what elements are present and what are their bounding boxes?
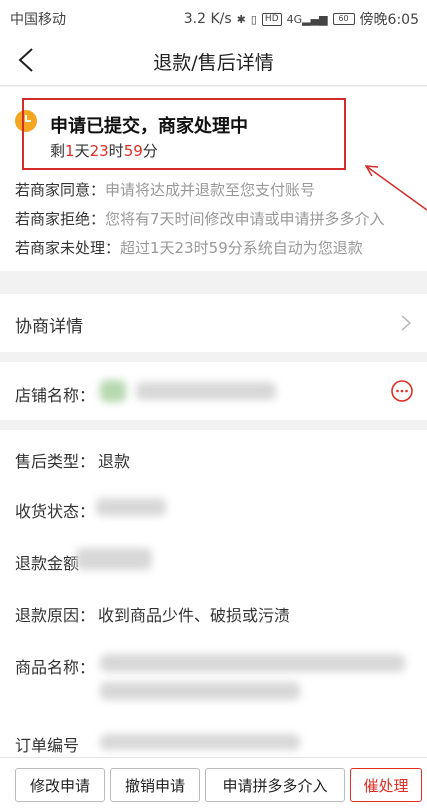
status-bar-right: 3.2 K/s ✱ ▯ HD 4G▂▄▆ 60 傍晚6:05	[184, 9, 419, 29]
store-name-label: 店铺名称：	[15, 386, 96, 405]
receipt-status-blurred	[96, 498, 166, 516]
battery-icon: 60	[332, 13, 355, 25]
clock-time: 傍晚6:05	[359, 12, 419, 28]
product-name-blurred-line1	[100, 654, 405, 672]
network-type: 4G	[286, 12, 303, 26]
product-name-label: 商品名称：	[15, 658, 96, 677]
rule-no-response: 若商家未处理：超过1天23时59分系统自动为您退款	[15, 237, 363, 258]
refund-amount-blurred	[76, 548, 152, 570]
store-logo	[100, 380, 126, 402]
chevron-right-icon	[401, 315, 412, 331]
chat-icon[interactable]	[390, 379, 414, 403]
status-bar: 中国移动 3.2 K/s ✱ ▯ HD 4G▂▄▆ 60 傍晚6:05	[0, 0, 427, 36]
receipt-status-label: 收货状态：	[15, 502, 96, 521]
store-row: 店铺名称：	[0, 362, 427, 420]
order-number-label: 订单编号	[15, 736, 80, 755]
rule-no-response-value: 超过1天23时59分系统自动为您退款	[120, 239, 363, 257]
rule-reject-value: 您将有7天时间修改申请或申请拼多多介入	[105, 210, 385, 228]
page-title: 退款/售后详情	[153, 52, 274, 74]
after-sale-type-label: 售后类型：	[15, 452, 96, 471]
network-speed: 3.2 K/s	[183, 11, 232, 27]
refund-details-section: 售后类型： 退款 收货状态： 退款金额 退款原因： 收到商品少件、破损或污渍 商…	[0, 430, 427, 757]
bottom-action-bar: 修改申请 撤销申请 申请拼多多介入 催处理	[0, 757, 427, 809]
rule-agree: 若商家同意：申请将达成并退款至您支付账号	[15, 179, 315, 200]
hd-icon: HD	[261, 12, 282, 26]
refund-reason-value: 收到商品少件、破损或污渍	[98, 606, 291, 625]
negotiation-details-label: 协商详情	[15, 317, 83, 337]
rule-reject: 若商家拒绝：您将有7天时间修改申请或申请拼多多介入	[15, 208, 385, 229]
carrier-name: 中国移动	[10, 12, 66, 28]
annotation-highlight-box	[22, 98, 346, 170]
after-sale-type-value: 退款	[98, 452, 131, 471]
cancel-request-button[interactable]: 撤销申请	[110, 768, 200, 802]
request-intervention-button[interactable]: 申请拼多多介入	[205, 768, 345, 802]
negotiation-details-row[interactable]: 协商详情	[0, 294, 427, 352]
vibrate-icon: ▯	[250, 12, 257, 26]
order-number-blurred	[100, 734, 300, 750]
refund-reason-label: 退款原因：	[15, 606, 96, 625]
bluetooth-icon: ✱	[236, 12, 246, 26]
urge-processing-button[interactable]: 催处理	[350, 768, 422, 802]
nav-bar: 退款/售后详情	[0, 36, 427, 86]
refund-amount-label: 退款金额	[15, 554, 80, 573]
4g-signal-icon: 4G▂▄▆	[286, 12, 328, 26]
modify-request-button[interactable]: 修改申请	[15, 768, 105, 802]
rule-agree-value: 申请将达成并退款至您支付账号	[105, 181, 316, 199]
rule-no-response-key: 若商家未处理：	[15, 239, 121, 257]
rule-agree-key: 若商家同意：	[15, 181, 106, 199]
store-name-blurred	[136, 382, 276, 400]
rule-reject-key: 若商家拒绝：	[15, 210, 106, 228]
product-name-blurred-line2	[100, 682, 300, 700]
